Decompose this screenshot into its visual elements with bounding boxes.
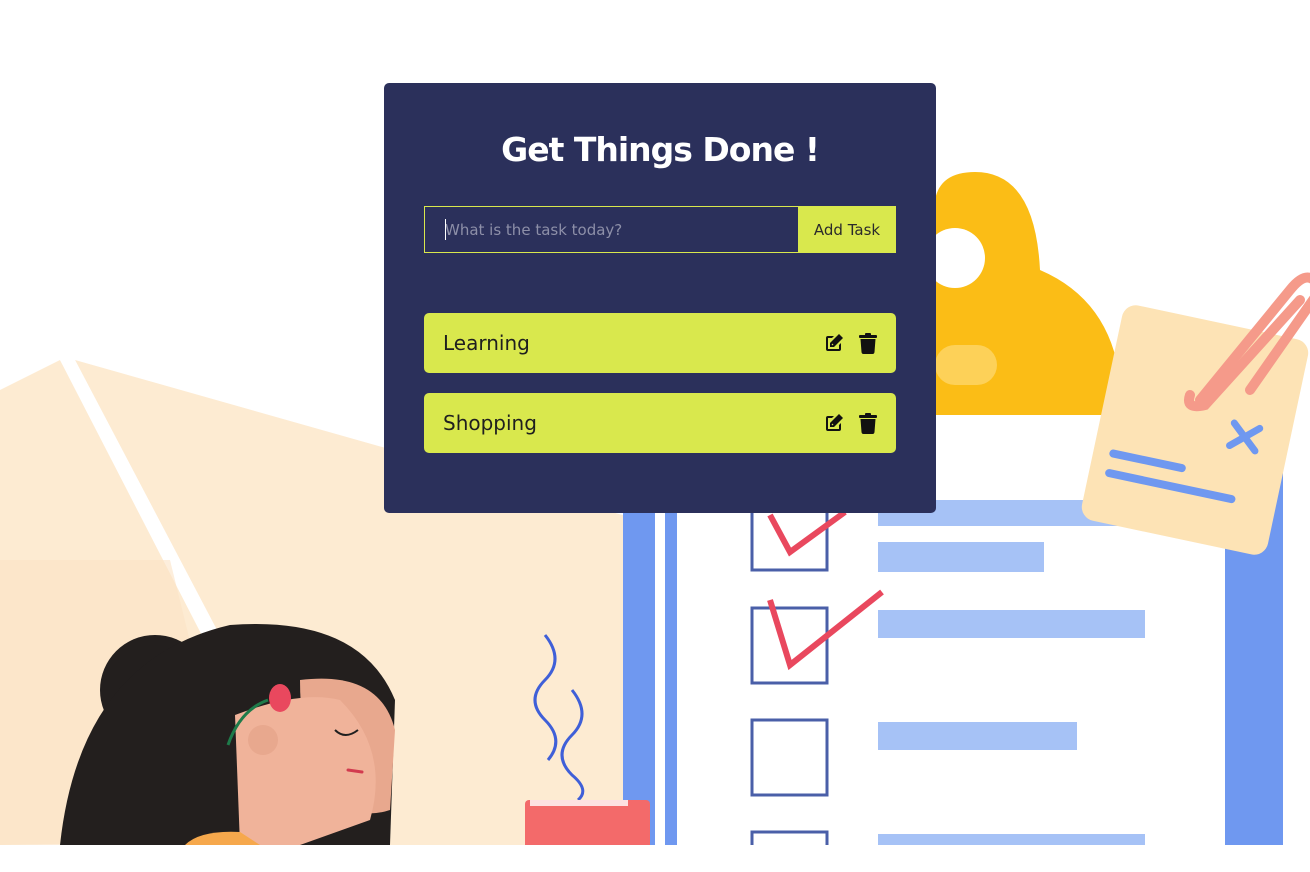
edit-icon[interactable] [824, 412, 844, 434]
todo-actions [824, 412, 878, 434]
trash-icon[interactable] [858, 412, 878, 434]
trash-icon[interactable] [858, 332, 878, 354]
todo-label[interactable]: Shopping [443, 411, 537, 435]
text-caret [445, 219, 446, 240]
task-form: Add Task [424, 206, 896, 253]
todo-label[interactable]: Learning [443, 331, 530, 355]
page-bottom-strip [0, 845, 1310, 872]
add-task-button[interactable]: Add Task [798, 206, 896, 253]
task-input[interactable] [424, 206, 798, 253]
todo-actions [824, 332, 878, 354]
todo-item: Shopping [424, 393, 896, 453]
page-title: Get Things Done ! [501, 130, 820, 169]
todo-card: Get Things Done ! Add Task Learning [384, 83, 936, 513]
todo-item: Learning [424, 313, 896, 373]
edit-icon[interactable] [824, 332, 844, 354]
